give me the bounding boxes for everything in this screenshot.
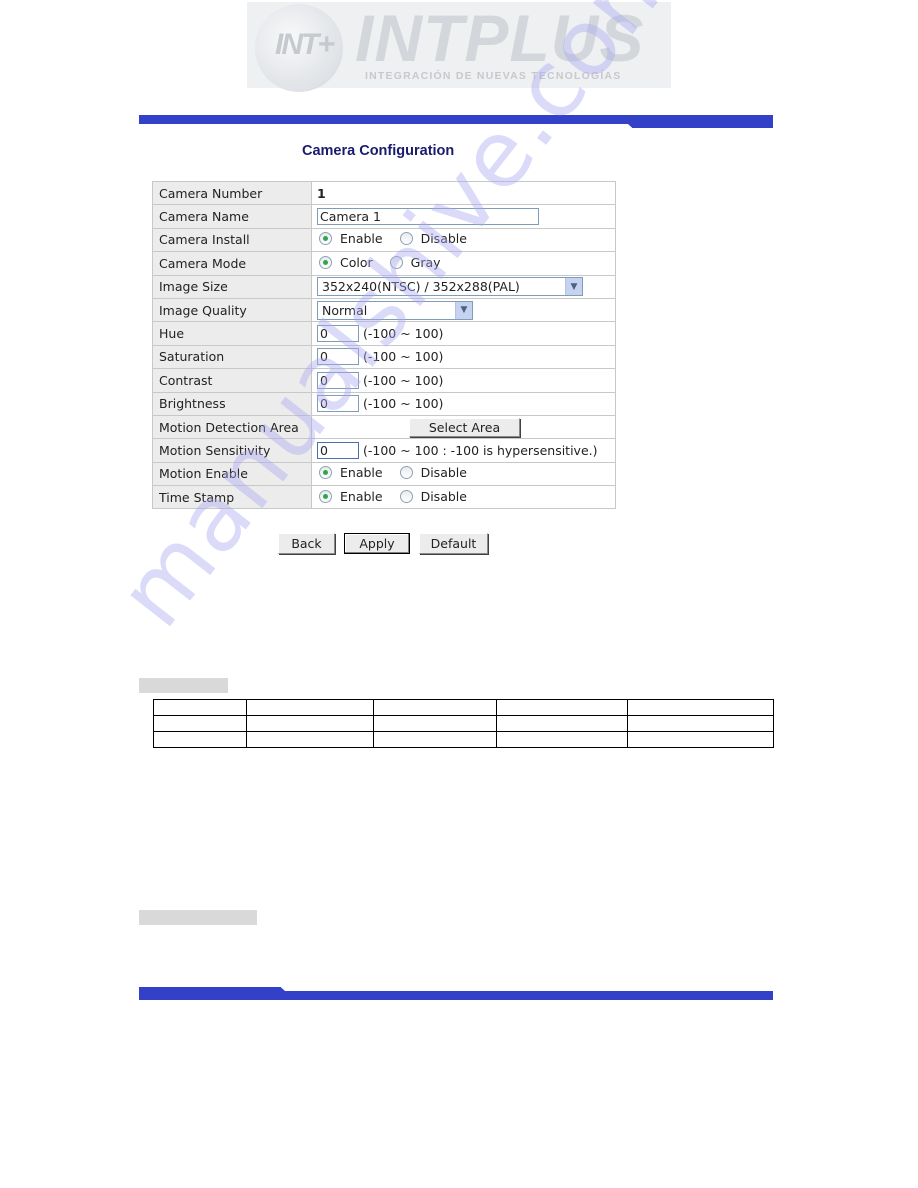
section-heading-placeholder [139, 910, 257, 925]
table-row [153, 731, 774, 748]
camera-install-enable-radio[interactable] [319, 232, 332, 246]
empty-table [153, 699, 774, 748]
table-cell [245, 715, 374, 732]
page-title: Camera Configuration [302, 143, 455, 159]
camera-install-disable-label: Disable [420, 231, 467, 247]
row-image-quality: Image Quality Normal ▼ [152, 297, 616, 323]
table-cell [496, 699, 629, 716]
camera-name-label: Camera Name [152, 204, 312, 229]
table-cell [627, 715, 774, 732]
table-cell [496, 715, 629, 732]
row-motion-detection-area: Motion Detection Area Select Area [152, 414, 616, 440]
contrast-range-hint: (-100 ~ 100) [363, 372, 444, 388]
time-stamp-label: Time Stamp [152, 485, 312, 510]
time-stamp-disable-label: Disable [420, 488, 467, 504]
camera-install-disable-radio[interactable] [399, 232, 413, 246]
row-image-size: Image Size 352x240(NTSC) / 352x288(PAL) … [152, 274, 616, 299]
back-button[interactable]: Back [278, 533, 335, 554]
time-stamp-disable-radio[interactable] [399, 489, 413, 503]
hue-label: Hue [152, 321, 312, 346]
motion-enable-disable-radio[interactable] [399, 466, 413, 480]
time-stamp-enable-radio[interactable] [319, 489, 332, 503]
row-contrast: Contrast (-100 ~ 100) [152, 368, 616, 393]
globe-icon: INT+ [255, 4, 343, 92]
form-actions: Back Apply Default [278, 533, 488, 554]
table-cell [153, 715, 247, 732]
motion-enable-enable-label: Enable [340, 465, 383, 481]
default-button[interactable]: Default [419, 533, 488, 554]
camera-mode-gray-radio[interactable] [389, 255, 403, 269]
row-camera-number: Camera Number 1 [152, 180, 616, 206]
table-cell [245, 731, 374, 748]
motion-sensitivity-range-hint: (-100 ~ 100 : -100 is hypersensitive.) [363, 442, 598, 458]
camera-mode-gray-label: Gray [410, 254, 441, 270]
select-area-button[interactable]: Select Area [409, 417, 520, 437]
image-quality-label: Image Quality [152, 297, 312, 323]
contrast-input[interactable] [317, 371, 359, 389]
table-cell [627, 699, 774, 716]
image-quality-selected: Normal [322, 302, 368, 318]
motion-enable-disable-label: Disable [420, 465, 467, 481]
brightness-label: Brightness [152, 391, 312, 416]
row-camera-mode: Camera Mode Color Gray [152, 251, 616, 276]
camera-name-input[interactable] [317, 208, 539, 226]
camera-mode-label: Camera Mode [152, 251, 312, 276]
brightness-range-hint: (-100 ~ 100) [363, 396, 444, 412]
saturation-input[interactable] [317, 348, 359, 366]
image-size-label: Image Size [152, 274, 312, 299]
intplus-logo: INT+ INTPLUS INTEGRACIÓN DE NUEVAS TECNO… [247, 1, 671, 92]
row-saturation: Saturation (-100 ~ 100) [152, 344, 616, 370]
section-heading-placeholder [139, 678, 228, 693]
row-camera-install: Camera Install Enable Disable [152, 227, 616, 253]
row-motion-sensitivity: Motion Sensitivity (-100 ~ 100 : -100 is… [152, 438, 616, 463]
table-cell [372, 699, 498, 716]
table-cell [627, 731, 774, 748]
brightness-input[interactable] [317, 395, 359, 413]
table-cell [153, 731, 247, 748]
time-stamp-enable-label: Enable [340, 488, 383, 504]
logo-badge-text: INT+ [275, 28, 335, 61]
hue-input[interactable] [317, 325, 359, 343]
camera-install-label: Camera Install [152, 227, 312, 253]
camera-mode-color-label: Color [340, 254, 373, 270]
contrast-label: Contrast [152, 368, 312, 393]
image-size-select[interactable]: 352x240(NTSC) / 352x288(PAL) ▼ [317, 277, 583, 297]
table-cell [496, 731, 629, 748]
table-cell [372, 715, 498, 732]
row-time-stamp: Time Stamp Enable Disable [152, 485, 616, 510]
apply-button[interactable]: Apply [344, 533, 410, 554]
motion-sensitivity-input[interactable] [317, 441, 359, 459]
saturation-label: Saturation [152, 344, 312, 370]
table-cell [372, 731, 498, 748]
camera-mode-color-radio[interactable] [319, 255, 332, 269]
image-quality-select[interactable]: Normal ▼ [317, 300, 473, 320]
table-row [153, 699, 774, 716]
logo-tagline: INTEGRACIÓN DE NUEVAS TECNOLOGÍAS [365, 70, 622, 82]
row-hue: Hue (-100 ~ 100) [152, 321, 616, 346]
motion-enable-enable-radio[interactable] [319, 466, 332, 480]
table-row [153, 715, 774, 732]
chevron-down-icon[interactable]: ▼ [565, 278, 582, 296]
saturation-range-hint: (-100 ~ 100) [363, 349, 444, 365]
row-brightness: Brightness (-100 ~ 100) [152, 391, 616, 416]
motion-detection-area-label: Motion Detection Area [152, 414, 312, 440]
motion-sensitivity-label: Motion Sensitivity [152, 438, 312, 463]
hue-range-hint: (-100 ~ 100) [363, 326, 444, 342]
camera-config-table: Camera Number 1 Camera Name Camera Insta… [152, 180, 616, 510]
table-cell [245, 699, 374, 716]
table-cell [153, 699, 247, 716]
row-camera-name: Camera Name [152, 204, 616, 229]
header-divider-bar [139, 115, 773, 124]
chevron-down-icon[interactable]: ▼ [455, 301, 472, 319]
camera-install-enable-label: Enable [340, 231, 383, 247]
camera-number-label: Camera Number [152, 180, 312, 206]
row-motion-enable: Motion Enable Enable Disable [152, 461, 616, 487]
camera-number-value: 1 [317, 185, 326, 201]
image-size-selected: 352x240(NTSC) / 352x288(PAL) [322, 279, 520, 295]
logo-brand: INTPLUS [355, 1, 645, 75]
motion-enable-label: Motion Enable [152, 461, 312, 487]
footer-divider-bar [139, 991, 773, 1000]
header-divider-tab [628, 124, 773, 128]
